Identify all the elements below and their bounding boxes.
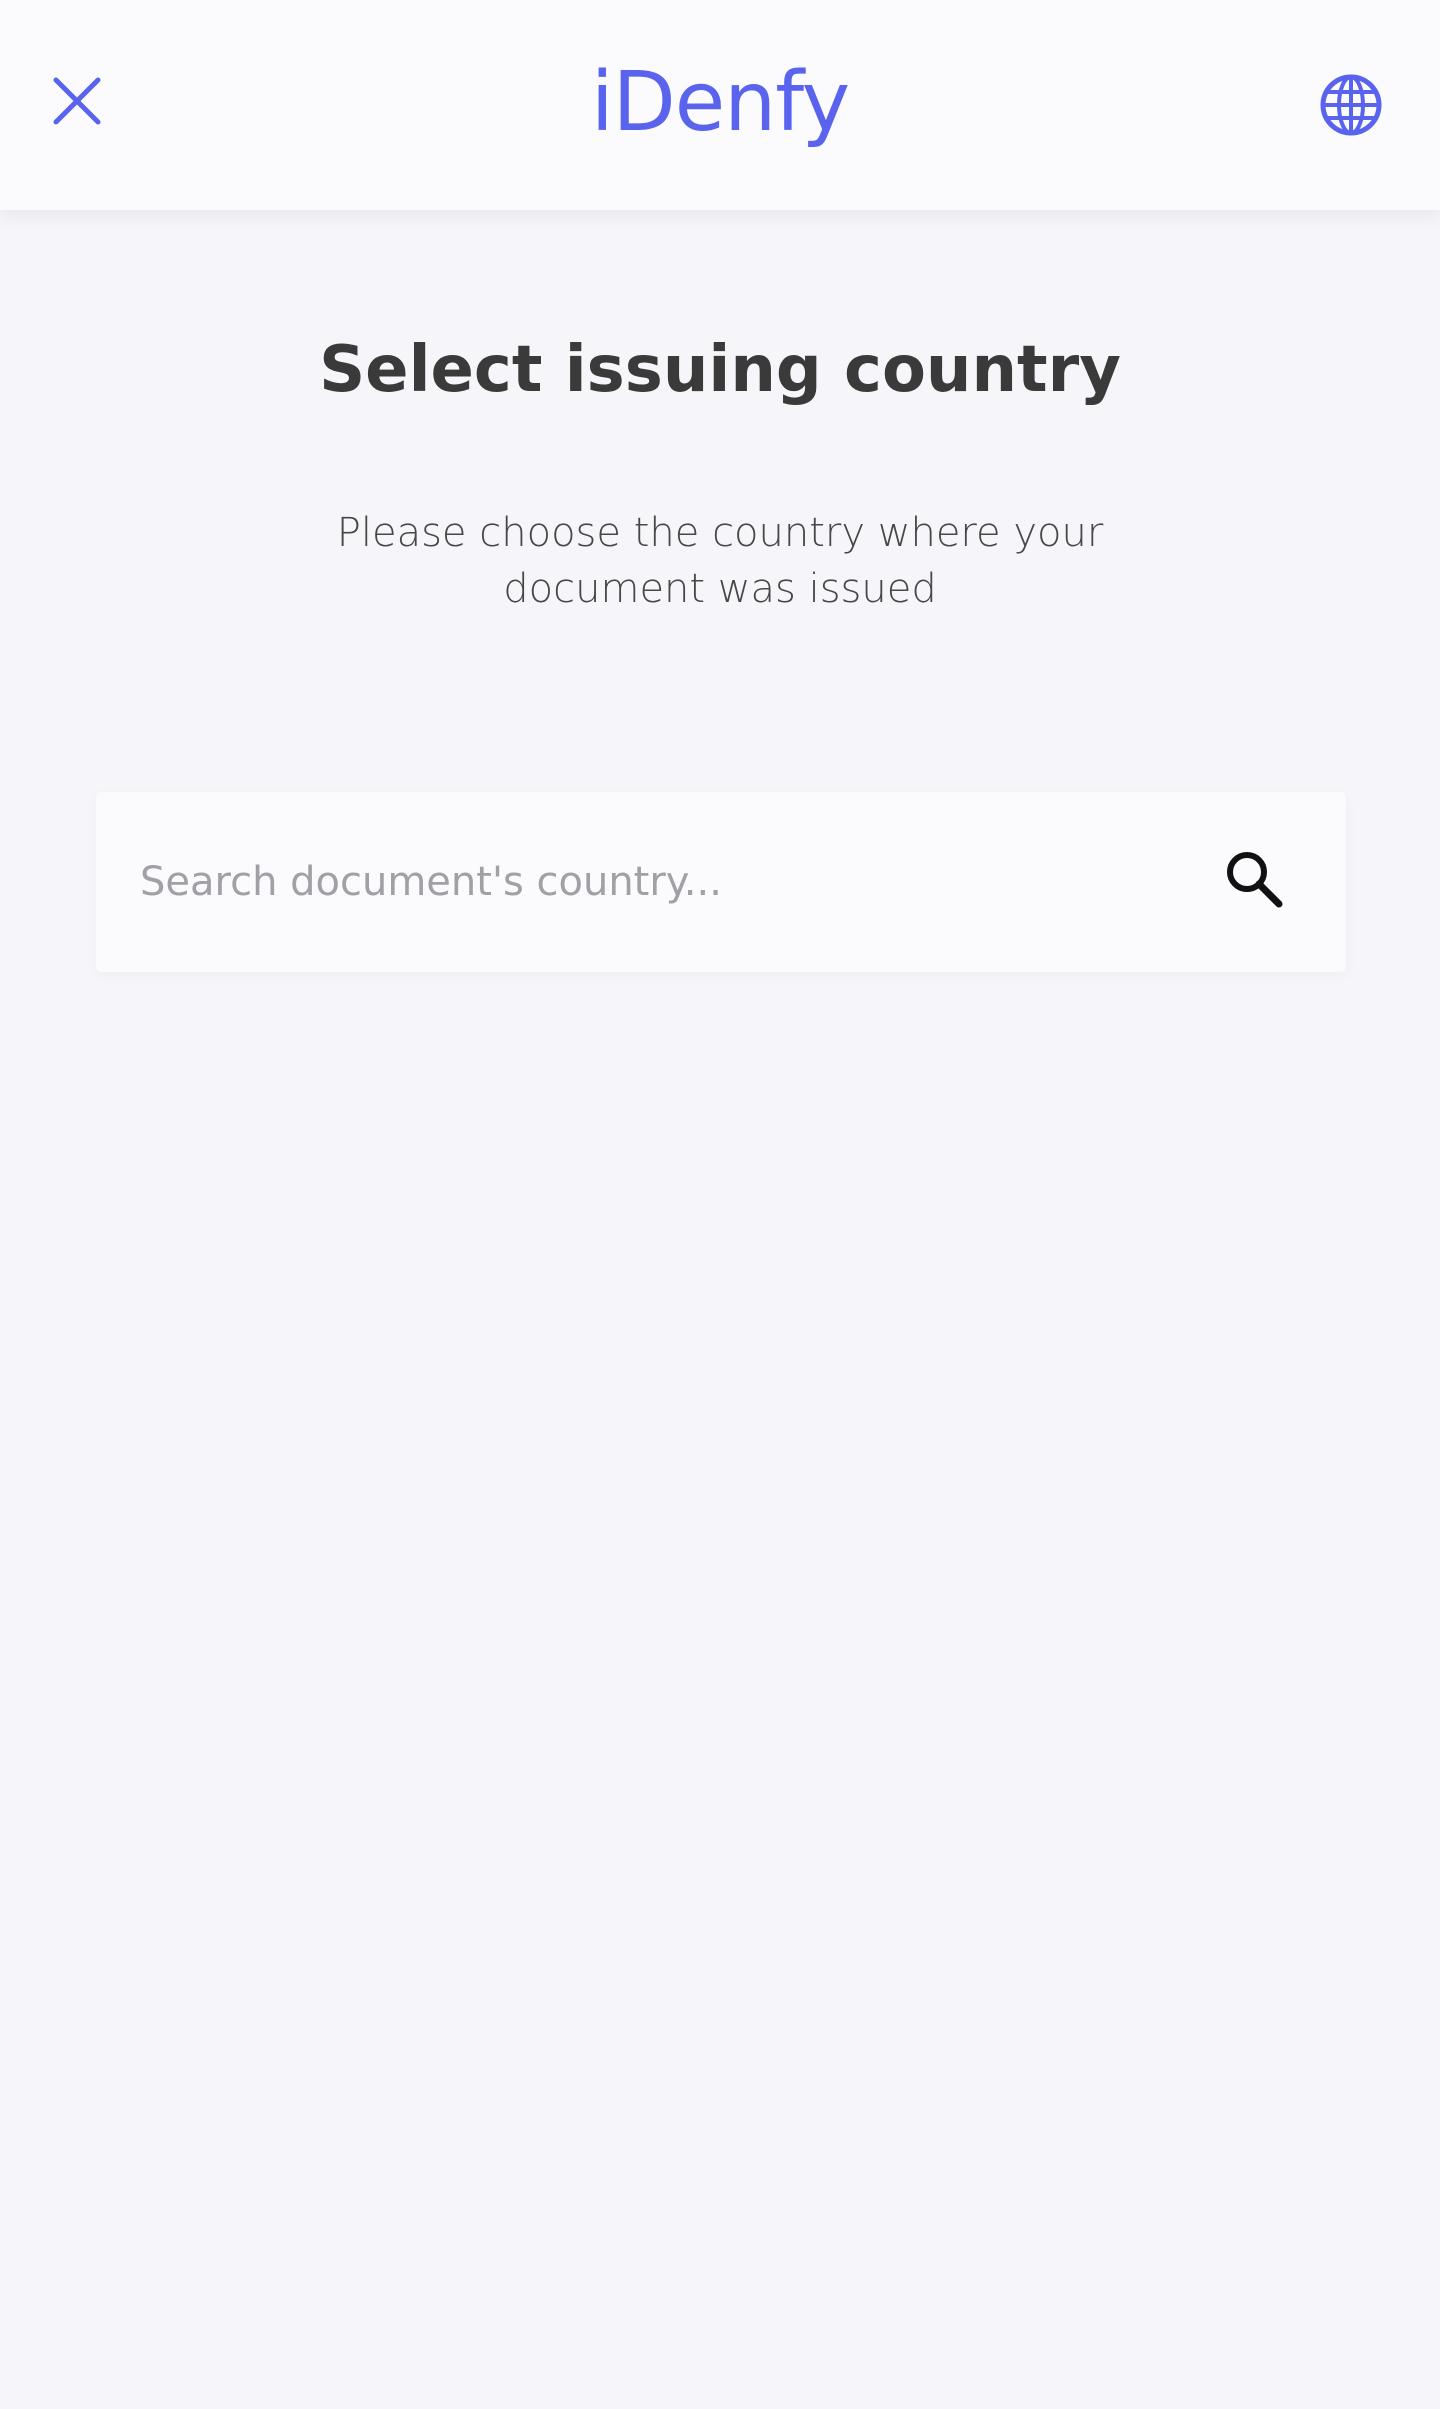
country-search-input[interactable] — [140, 842, 1140, 922]
close-icon — [53, 77, 101, 125]
top-bar: iDenfy — [0, 0, 1440, 210]
logo-text: iDenfy — [590, 55, 850, 150]
search-button[interactable] — [1219, 844, 1291, 916]
page-subtitle: Please choose the country where your doc… — [336, 510, 1104, 612]
globe-icon — [1320, 74, 1382, 136]
search-icon — [1227, 852, 1283, 908]
page-title: Select issuing country — [319, 333, 1121, 407]
close-button[interactable] — [46, 70, 108, 132]
country-search-box — [96, 792, 1346, 972]
idenfy-logo: iDenfy — [590, 48, 850, 168]
language-button[interactable] — [1316, 70, 1386, 140]
app-screen: iDenfy Select issuing country Please cho… — [0, 0, 1440, 2409]
